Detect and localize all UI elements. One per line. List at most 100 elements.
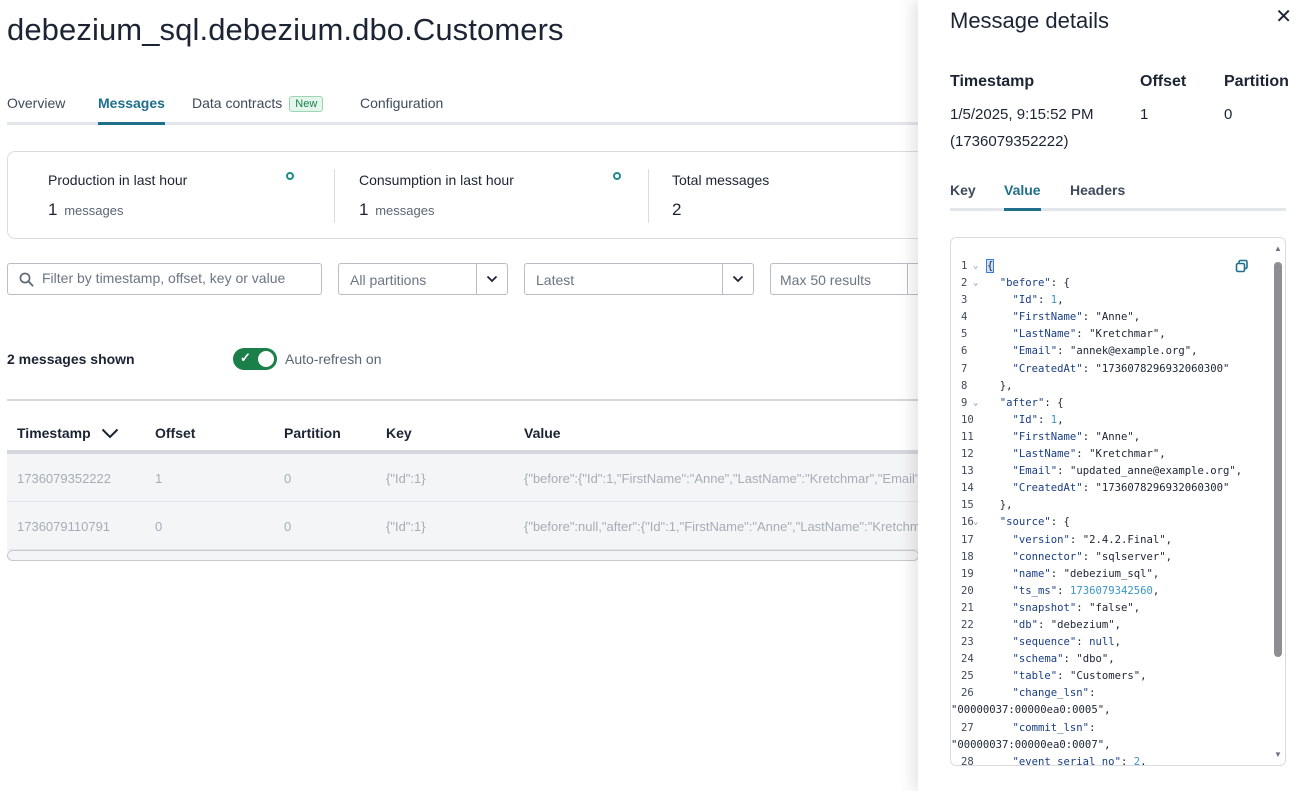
- line-number: 23: [961, 636, 974, 649]
- stat-consumption-value: 1 messages: [359, 200, 434, 220]
- tab-messages[interactable]: Messages: [98, 95, 165, 125]
- offset-value: 1: [1140, 106, 1149, 123]
- stat-production-unit: messages: [64, 203, 124, 218]
- stat-total: Total messages 2: [672, 152, 932, 240]
- partitions-dropdown-toggle[interactable]: [476, 264, 507, 294]
- fold-chevron-icon[interactable]: ⌄: [973, 395, 978, 412]
- cell-offset: 1: [155, 471, 163, 486]
- column-header-partition[interactable]: Partition: [284, 425, 341, 441]
- stat-consumption: Consumption in last hour 1 messages: [359, 152, 629, 240]
- tab-value[interactable]: Value: [1004, 182, 1041, 211]
- message-details-drawer: Message details ✕ Timestamp 1/5/2025, 9:…: [918, 0, 1306, 791]
- tab-key[interactable]: Key: [950, 182, 976, 198]
- code-text: "CreatedAt": "1736078296932060300": [1012, 362, 1230, 375]
- code-text: "CreatedAt": "1736078296932060300": [1012, 482, 1230, 495]
- search-input[interactable]: [42, 270, 312, 286]
- code-line: 9 ⌄ "after": {: [951, 395, 1269, 412]
- line-number: 10: [961, 413, 974, 426]
- scroll-up-icon[interactable]: ▲: [1273, 244, 1283, 253]
- page-title: debezium_sql.debezium.dbo.Customers: [7, 12, 564, 47]
- code-line: 17 "version": "2.4.2.Final",: [951, 532, 1269, 549]
- partition-value: 0: [1224, 106, 1233, 123]
- scrollbar-thumb[interactable]: [1274, 262, 1282, 657]
- sort-descending-icon[interactable]: [101, 428, 119, 439]
- line-number: 12: [961, 448, 974, 461]
- detail-tabs-divider: [950, 208, 1286, 211]
- partitions-select[interactable]: All partitions: [338, 263, 508, 295]
- tab-configuration[interactable]: Configuration: [360, 95, 443, 111]
- info-dot-icon[interactable]: [613, 172, 621, 180]
- column-header-offset[interactable]: Offset: [155, 425, 195, 441]
- code-line: 14 "CreatedAt": "1736078296932060300": [951, 480, 1269, 497]
- code-line: 3 "Id": 1,: [951, 292, 1269, 309]
- scroll-down-icon[interactable]: ▼: [1273, 750, 1283, 759]
- tab-headers[interactable]: Headers: [1070, 182, 1125, 198]
- cell-partition: 0: [284, 519, 292, 534]
- code-text: "LastName": "Kretchmar",: [1012, 448, 1166, 461]
- code-text: "FirstName": "Anne",: [1012, 311, 1141, 324]
- auto-refresh-label: Auto-refresh on: [285, 351, 382, 367]
- partition-label: Partition: [1224, 73, 1289, 90]
- column-header-timestamp[interactable]: Timestamp: [17, 425, 119, 441]
- fold-chevron-icon[interactable]: ⌄: [973, 275, 978, 292]
- horizontal-scrollbar[interactable]: [7, 550, 919, 561]
- table-row[interactable]: 1736079110791 0 0 {"Id":1} {"before":nul…: [7, 502, 919, 550]
- column-header-key[interactable]: Key: [386, 425, 412, 441]
- table-row[interactable]: 1736079352222 1 0 {"Id":1} {"before":{"I…: [7, 454, 919, 502]
- auto-refresh-toggle[interactable]: ✓: [233, 348, 277, 370]
- code-text: "source": {: [999, 516, 1070, 529]
- line-number: 7: [961, 362, 968, 375]
- line-number: 3: [961, 294, 968, 307]
- vertical-scrollbar[interactable]: ▲ ▼: [1273, 244, 1283, 759]
- timestamp-value: 1/5/2025, 9:15:52 PM (1736079352222): [950, 101, 1093, 155]
- code-text: },: [987, 379, 1013, 392]
- chevron-down-icon: [486, 275, 498, 283]
- line-number: 11: [961, 430, 974, 443]
- fold-chevron-icon[interactable]: ⌄: [973, 514, 978, 531]
- topic-tabs: Overview Messages Data contracts New Conf…: [7, 95, 1007, 127]
- fold-chevron-icon[interactable]: ⌄: [973, 258, 978, 275]
- max-results-select[interactable]: Max 50 results: [770, 263, 930, 295]
- stats-card: Production in last hour 1 messages Consu…: [7, 151, 967, 239]
- start-position-select[interactable]: Latest: [524, 263, 754, 295]
- code-text: "after": {: [999, 396, 1064, 409]
- cell-value: {"before":{"Id":1,"FirstName":"Anne","La…: [524, 471, 919, 486]
- code-line: 19 "name": "debezium_sql",: [951, 566, 1269, 583]
- code-text: "FirstName": "Anne",: [1012, 430, 1141, 443]
- line-number: 13: [961, 465, 974, 478]
- line-number: 26: [961, 687, 974, 700]
- code-text: "before": {: [999, 277, 1070, 290]
- line-number: 18: [961, 550, 974, 563]
- copy-icon[interactable]: [1235, 259, 1249, 273]
- tab-data-contracts[interactable]: Data contracts New: [192, 95, 324, 112]
- search-field[interactable]: [7, 263, 322, 295]
- toggle-knob: [258, 351, 274, 367]
- tab-data-contracts-label: Data contracts: [192, 95, 283, 111]
- line-number: 8: [961, 379, 968, 392]
- cell-key: {"Id":1}: [386, 519, 426, 534]
- code-text: "Id": 1,: [1012, 413, 1064, 426]
- code-line: 15 },: [951, 497, 1269, 514]
- code-line: 27 "commit_lsn":: [951, 720, 1269, 737]
- line-number: 14: [961, 482, 974, 495]
- stat-consumption-number: 1: [359, 200, 369, 219]
- tab-overview[interactable]: Overview: [7, 95, 65, 111]
- code-line: 25 "table": "Customers",: [951, 668, 1269, 685]
- json-viewer[interactable]: 1 ⌄{2 ⌄ "before": {3 "Id": 1, 4 "FirstName"…: [950, 237, 1286, 766]
- line-number: 27: [961, 721, 974, 734]
- code-line: 26 "change_lsn":: [951, 685, 1269, 702]
- search-icon: [19, 272, 34, 287]
- code-text: "ts_ms": 1736079342560,: [1012, 584, 1160, 597]
- json-code[interactable]: 1 ⌄{2 ⌄ "before": {3 "Id": 1, 4 "FirstName"…: [951, 258, 1269, 766]
- line-number: 15: [961, 499, 974, 512]
- start-position-dropdown-toggle[interactable]: [722, 264, 753, 294]
- column-header-value[interactable]: Value: [524, 425, 561, 441]
- code-text: "event_serial_no": 2,: [1012, 755, 1147, 766]
- stat-consumption-label: Consumption in last hour: [359, 172, 514, 188]
- code-line: 6 "Email": "annek@example.org",: [951, 343, 1269, 360]
- chevron-down-icon: [732, 275, 744, 283]
- close-icon[interactable]: ✕: [1275, 4, 1292, 29]
- code-text: "commit_lsn":: [1012, 721, 1096, 734]
- stat-total-value: 2: [672, 200, 682, 219]
- info-dot-icon[interactable]: [286, 172, 294, 180]
